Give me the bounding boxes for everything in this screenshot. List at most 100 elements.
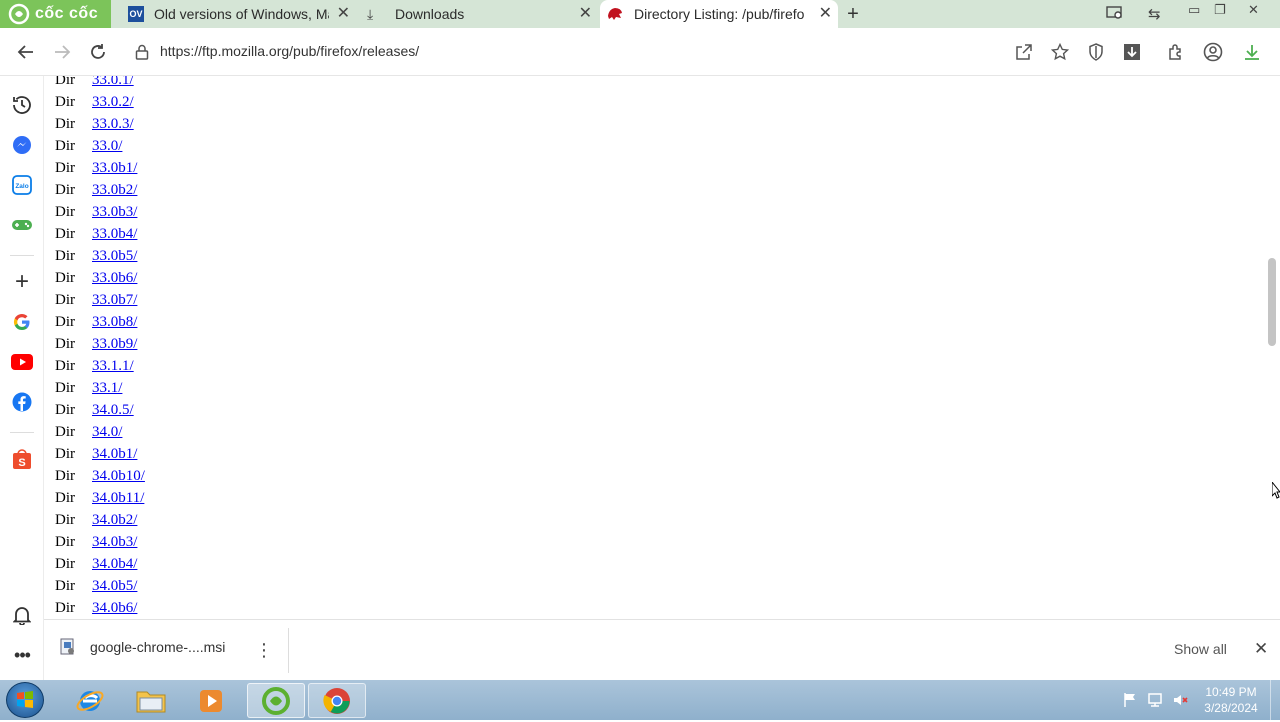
more-options-icon[interactable]: •••: [11, 644, 33, 666]
directory-link[interactable]: 33.0b2/: [92, 182, 137, 198]
maximize-button[interactable]: ❐: [1214, 2, 1226, 18]
directory-link[interactable]: 34.0b5/: [92, 578, 137, 594]
directory-link[interactable]: 33.0b1/: [92, 160, 137, 176]
minimize-button[interactable]: ▭: [1188, 2, 1200, 18]
back-arrows-icon[interactable]: ⇆: [1148, 5, 1161, 23]
directory-link[interactable]: 34.0/: [92, 424, 122, 440]
directory-link[interactable]: 34.0b2/: [92, 512, 137, 528]
directory-link[interactable]: 33.0b3/: [92, 204, 137, 220]
entry-type: Dir: [55, 534, 75, 550]
directory-link[interactable]: 34.0b6/: [92, 600, 137, 616]
coccoc-logo-icon: [8, 3, 30, 25]
back-button[interactable]: [14, 40, 38, 64]
directory-link[interactable]: 33.0b4/: [92, 226, 137, 242]
directory-link[interactable]: 34.0b10/: [92, 468, 145, 484]
show-all-link[interactable]: Show all: [1174, 641, 1227, 657]
messenger-icon[interactable]: [11, 134, 33, 156]
directory-link[interactable]: 33.0b9/: [92, 336, 137, 352]
taskbar-media-player[interactable]: [183, 683, 239, 718]
close-icon[interactable]: ✕: [337, 6, 350, 22]
download-status-icon[interactable]: [1240, 40, 1264, 64]
address-bar[interactable]: https://ftp.mozilla.org/pub/firefox/rele…: [160, 43, 419, 59]
directory-link[interactable]: 33.0.1/: [92, 76, 134, 88]
listing-row: Dir 34.0b3/: [55, 531, 137, 553]
scrollbar-track[interactable]: [1266, 76, 1280, 619]
directory-link[interactable]: 34.0b3/: [92, 534, 137, 550]
forward-button[interactable]: [50, 40, 74, 64]
chrome-icon: [323, 687, 350, 714]
lock-icon[interactable]: [130, 40, 154, 64]
share-icon[interactable]: [1012, 40, 1036, 64]
coccoc-menu-button[interactable]: cốc cốc: [0, 0, 111, 28]
scrollbar-thumb[interactable]: [1268, 258, 1276, 346]
tab-label: Directory Listing: /pub/firefo: [634, 6, 805, 22]
bookmark-star-icon[interactable]: [1048, 40, 1072, 64]
extensions-icon[interactable]: [1164, 40, 1188, 64]
download-divider: [288, 628, 289, 673]
taskbar-chrome[interactable]: [308, 683, 366, 718]
youtube-icon[interactable]: [11, 351, 33, 373]
listing-row: Dir 34.0b2/: [55, 509, 137, 531]
entry-type: Dir: [55, 76, 75, 88]
close-icon[interactable]: ✕: [579, 6, 592, 22]
directory-link[interactable]: 34.0.5/: [92, 402, 134, 418]
taskbar-ie[interactable]: [62, 683, 118, 718]
entry-type: Dir: [55, 578, 75, 594]
directory-link[interactable]: 33.0.2/: [92, 94, 134, 110]
new-tab-button[interactable]: +: [843, 4, 863, 24]
directory-link[interactable]: 33.1.1/: [92, 358, 134, 374]
history-icon[interactable]: [11, 94, 33, 116]
close-window-button[interactable]: ✕: [1248, 2, 1259, 18]
entry-type: Dir: [55, 270, 75, 286]
add-shortcut-icon[interactable]: +: [11, 268, 33, 295]
directory-link[interactable]: 34.0b1/: [92, 446, 137, 462]
directory-link[interactable]: 34.0b4/: [92, 556, 137, 572]
clock[interactable]: 10:49 PM 3/28/2024: [1196, 684, 1266, 716]
entry-type: Dir: [55, 490, 75, 506]
entry-type: Dir: [55, 226, 75, 242]
tab-directory-listing[interactable]: Directory Listing: /pub/firefo ✕: [600, 0, 838, 28]
flag-icon[interactable]: [1122, 692, 1138, 713]
entry-type: Dir: [55, 336, 75, 352]
close-icon[interactable]: ✕: [819, 6, 832, 22]
game-controller-icon[interactable]: [11, 214, 33, 236]
taskbar-coccoc[interactable]: [247, 683, 305, 718]
close-download-bar-icon[interactable]: ✕: [1254, 639, 1268, 659]
download-bar: google-chrome-....msi ⋮ Show all ✕: [44, 619, 1280, 680]
directory-link[interactable]: 33.0.3/: [92, 116, 134, 132]
directory-link[interactable]: 33.0b5/: [92, 248, 137, 264]
bell-icon[interactable]: [11, 604, 33, 626]
google-icon[interactable]: [11, 311, 33, 333]
network-icon[interactable]: [1147, 692, 1163, 713]
directory-link[interactable]: 34.0b11/: [92, 490, 144, 506]
directory-link[interactable]: 33.1/: [92, 380, 122, 396]
directory-link[interactable]: 33.0/: [92, 138, 122, 154]
taskbar-explorer[interactable]: [123, 683, 179, 718]
listing-row: Dir 34.0b10/: [55, 465, 145, 487]
arrow-left-icon: [17, 45, 33, 59]
reload-button[interactable]: [86, 40, 110, 64]
facebook-icon[interactable]: [11, 391, 33, 413]
listing-row: Dir 34.0/: [55, 421, 122, 443]
tab-downloads[interactable]: ⤓ Downloads ✕: [362, 0, 598, 28]
directory-link[interactable]: 33.0b8/: [92, 314, 137, 330]
zalo-icon[interactable]: Zalo: [11, 174, 33, 196]
directory-link[interactable]: 33.0b7/: [92, 292, 137, 308]
show-desktop-button[interactable]: [1270, 680, 1280, 720]
listing-row: Dir 33.1.1/: [55, 355, 134, 377]
search-tabs-icon[interactable]: [1106, 6, 1124, 23]
entry-type: Dir: [55, 94, 75, 110]
entry-type: Dir: [55, 182, 75, 198]
profile-icon[interactable]: [1201, 40, 1225, 64]
entry-type: Dir: [55, 402, 75, 418]
download-item-menu-icon[interactable]: ⋮: [255, 640, 273, 660]
download-item[interactable]: google-chrome-....msi: [60, 638, 225, 656]
mozilla-icon: [608, 8, 622, 20]
volume-muted-icon[interactable]: [1172, 692, 1188, 713]
start-button[interactable]: [6, 682, 44, 718]
download-manager-icon[interactable]: [1120, 40, 1144, 64]
shield-icon[interactable]: [1084, 40, 1108, 64]
directory-link[interactable]: 33.0b6/: [92, 270, 137, 286]
tab-old-versions[interactable]: OV Old versions of Windows, Ma ✕: [124, 0, 356, 28]
shopee-icon[interactable]: S: [11, 448, 33, 470]
